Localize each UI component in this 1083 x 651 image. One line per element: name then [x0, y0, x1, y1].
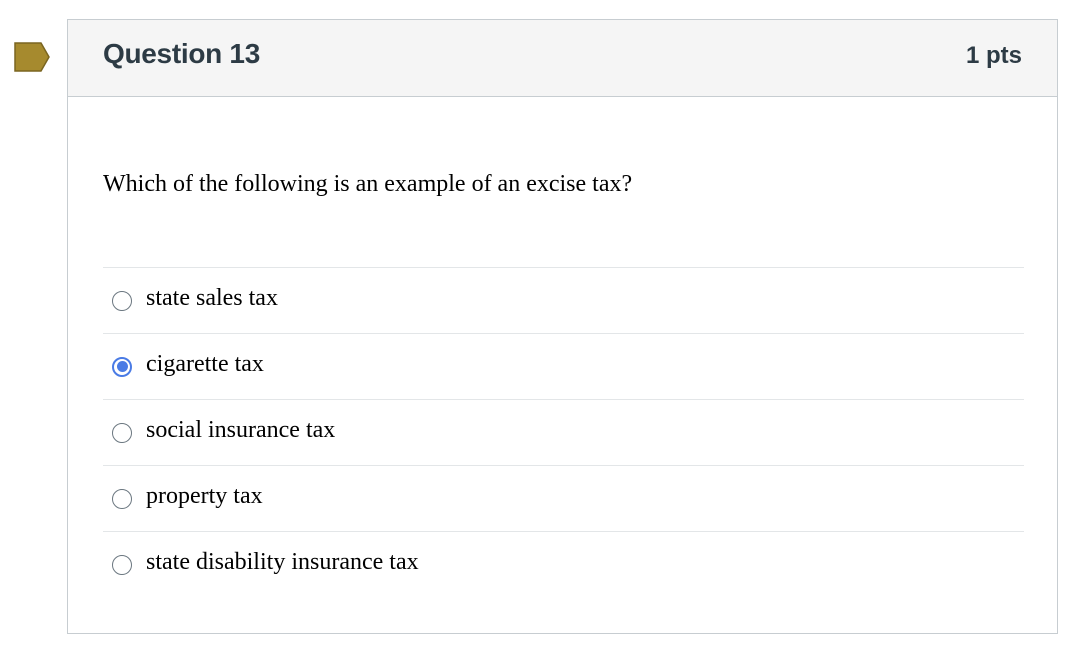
question-points: 1 pts: [965, 42, 1022, 69]
radio-button[interactable]: [112, 290, 132, 311]
question-title: Question 13: [103, 38, 260, 69]
question-card: Question 13 1 pts Which of the following…: [67, 19, 1058, 634]
answer-option[interactable]: cigarette tax: [103, 333, 1024, 399]
answer-list: state sales tax cigarette tax social ins…: [103, 267, 1024, 597]
answer-label[interactable]: state sales tax: [146, 285, 278, 312]
answer-option[interactable]: state disability insurance tax: [103, 531, 1024, 597]
answer-label[interactable]: social insurance tax: [146, 417, 335, 444]
radio-button[interactable]: [112, 554, 132, 575]
radio-button[interactable]: [112, 488, 132, 509]
answer-label[interactable]: cigarette tax: [146, 351, 264, 378]
answer-label[interactable]: state disability insurance tax: [146, 549, 419, 576]
radio-button-selected[interactable]: [112, 356, 132, 377]
answer-label[interactable]: property tax: [146, 483, 263, 510]
answer-option[interactable]: property tax: [103, 465, 1024, 531]
flag-question-icon[interactable]: [14, 42, 50, 72]
answer-option[interactable]: social insurance tax: [103, 399, 1024, 465]
answer-option[interactable]: state sales tax: [103, 267, 1024, 333]
question-header: Question 13 1 pts: [68, 20, 1057, 97]
question-text: Which of the following is an example of …: [103, 171, 633, 197]
radio-button[interactable]: [112, 422, 132, 443]
